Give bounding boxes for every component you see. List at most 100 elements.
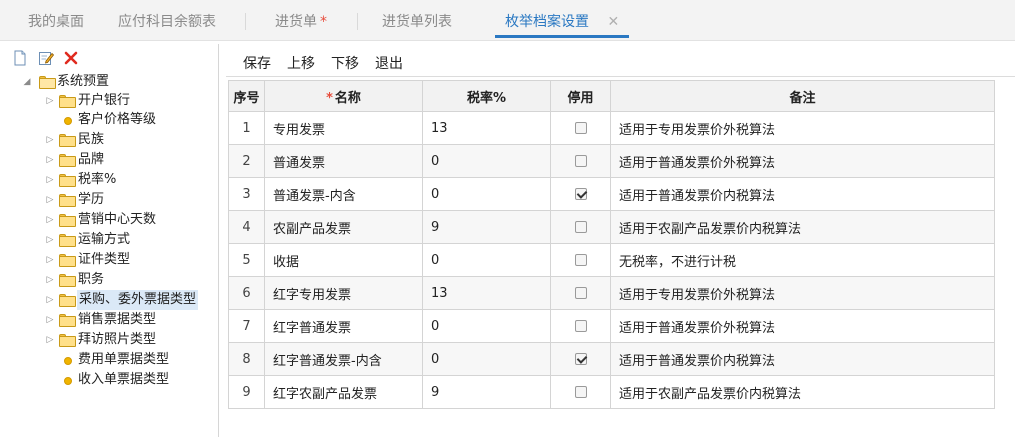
delete-icon[interactable]	[63, 50, 79, 66]
cell-remark[interactable]: 适用于普通发票价内税算法	[610, 177, 995, 211]
tree-node[interactable]: 客户价格等级	[0, 110, 218, 130]
cell-disabled[interactable]	[550, 177, 611, 211]
collapse-icon[interactable]: ▷	[45, 130, 55, 150]
move-down-button[interactable]: 下移	[331, 53, 359, 73]
cell-tax-rate[interactable]: 0	[422, 177, 551, 211]
cell-disabled[interactable]	[550, 375, 611, 409]
cell-tax-rate[interactable]: 13	[422, 111, 551, 145]
cell-disabled[interactable]	[550, 276, 611, 310]
table-row[interactable]: 6 红字专用发票 13 适用于专用发票价外税算法	[228, 276, 995, 310]
tree-node[interactable]: ▷ 拜访照片类型	[0, 330, 218, 350]
cell-remark[interactable]: 适用于普通发票价内税算法	[610, 342, 995, 376]
table-row[interactable]: 2 普通发票 0 适用于普通发票价外税算法	[228, 144, 995, 178]
cell-name[interactable]: 收据	[264, 243, 423, 277]
expand-icon[interactable]: ◢	[22, 72, 32, 92]
cell-remark[interactable]: 适用于普通发票价外税算法	[610, 144, 995, 178]
cell-name[interactable]: 普通发票-内含	[264, 177, 423, 211]
tree-node-selected[interactable]: ▷ 采购、委外票据类型	[0, 290, 218, 310]
collapse-icon[interactable]: ▷	[45, 330, 55, 350]
tree-node[interactable]: ▷ 学历	[0, 190, 218, 210]
cell-name[interactable]: 农副产品发票	[264, 210, 423, 244]
cell-remark[interactable]: 适用于普通发票价外税算法	[610, 309, 995, 343]
collapse-icon[interactable]: ▷	[45, 170, 55, 190]
table-row[interactable]: 5 收据 0 无税率，不进行计税	[228, 243, 995, 277]
column-header-index[interactable]: 序号	[228, 80, 265, 112]
save-button[interactable]: 保存	[243, 53, 271, 73]
collapse-icon[interactable]: ▷	[45, 190, 55, 210]
column-header-remark[interactable]: 备注	[610, 80, 995, 112]
disabled-checkbox[interactable]	[574, 320, 587, 332]
disabled-checkbox[interactable]	[574, 122, 587, 134]
cell-remark[interactable]: 适用于农副产品发票价内税算法	[610, 210, 995, 244]
collapse-icon[interactable]: ▷	[45, 270, 55, 290]
cell-remark[interactable]: 无税率，不进行计税	[610, 243, 995, 277]
cell-tax-rate[interactable]: 9	[422, 210, 551, 244]
cell-remark[interactable]: 适用于农副产品发票价内税算法	[610, 375, 995, 409]
disabled-checkbox[interactable]	[574, 353, 587, 365]
disabled-checkbox[interactable]	[574, 254, 587, 266]
tree-node[interactable]: 收入单票据类型	[0, 370, 218, 390]
column-header-tax-rate[interactable]: 税率%	[422, 80, 551, 112]
cell-name[interactable]: 红字专用发票	[264, 276, 423, 310]
tree-node[interactable]: ▷ 证件类型	[0, 250, 218, 270]
cell-remark[interactable]: 适用于专用发票价外税算法	[610, 276, 995, 310]
collapse-icon[interactable]: ▷	[45, 250, 55, 270]
cell-name[interactable]: 红字普通发票-内含	[264, 342, 423, 376]
disabled-checkbox[interactable]	[574, 155, 587, 167]
tree-node[interactable]: ▷ 民族	[0, 130, 218, 150]
cell-tax-rate[interactable]: 0	[422, 309, 551, 343]
tree-node-root[interactable]: ◢ 系统预置	[0, 72, 218, 92]
cell-disabled[interactable]	[550, 210, 611, 244]
cell-disabled[interactable]	[550, 309, 611, 343]
column-header-disabled[interactable]: 停用	[550, 80, 611, 112]
collapse-icon[interactable]: ▷	[45, 210, 55, 230]
move-up-button[interactable]: 上移	[287, 53, 315, 73]
table-row[interactable]: 9 红字农副产品发票 9 适用于农副产品发票价内税算法	[228, 375, 995, 409]
tab-payable-balance[interactable]: 应付科目余额表	[118, 0, 216, 41]
tree-node[interactable]: ▷ 销售票据类型	[0, 310, 218, 330]
cell-name[interactable]: 普通发票	[264, 144, 423, 178]
collapse-icon[interactable]: ▷	[45, 91, 55, 111]
cell-name[interactable]: 专用发票	[264, 111, 423, 145]
tab-purchase-order[interactable]: 进货单 *	[275, 0, 327, 41]
edit-icon[interactable]	[38, 50, 54, 66]
tree-node[interactable]: ▷ 营销中心天数	[0, 210, 218, 230]
tree-node[interactable]: ▷ 运输方式	[0, 230, 218, 250]
cell-tax-rate[interactable]: 0	[422, 342, 551, 376]
cell-tax-rate[interactable]: 0	[422, 144, 551, 178]
tab-my-desktop[interactable]: 我的桌面	[28, 0, 84, 41]
cell-disabled[interactable]	[550, 144, 611, 178]
table-row[interactable]: 4 农副产品发票 9 适用于农副产品发票价内税算法	[228, 210, 995, 244]
collapse-icon[interactable]: ▷	[45, 230, 55, 250]
cell-tax-rate[interactable]: 0	[422, 243, 551, 277]
cell-disabled[interactable]	[550, 342, 611, 376]
table-row[interactable]: 7 红字普通发票 0 适用于普通发票价外税算法	[228, 309, 995, 343]
disabled-checkbox[interactable]	[574, 221, 587, 233]
cell-disabled[interactable]	[550, 243, 611, 277]
tab-enum-settings[interactable]: 枚举档案设置 ✕	[495, 0, 630, 41]
collapse-icon[interactable]: ▷	[45, 310, 55, 330]
cell-name[interactable]: 红字农副产品发票	[264, 375, 423, 409]
tree-node[interactable]: ▷ 开户银行	[0, 91, 218, 111]
cell-name[interactable]: 红字普通发票	[264, 309, 423, 343]
tab-purchase-order-list[interactable]: 进货单列表	[382, 0, 452, 41]
disabled-checkbox[interactable]	[574, 188, 587, 200]
close-icon[interactable]: ✕	[607, 14, 619, 30]
exit-button[interactable]: 退出	[375, 53, 403, 73]
table-row[interactable]: 8 红字普通发票-内含 0 适用于普通发票价内税算法	[228, 342, 995, 376]
column-header-name[interactable]: * 名称	[264, 80, 423, 112]
new-document-icon[interactable]	[12, 50, 28, 66]
tree-node[interactable]: ▷ 税率%	[0, 170, 218, 190]
collapse-icon[interactable]: ▷	[45, 290, 55, 310]
tree-node[interactable]: ▷ 职务	[0, 270, 218, 290]
disabled-checkbox[interactable]	[574, 287, 587, 299]
tree-node[interactable]: ▷ 品牌	[0, 150, 218, 170]
collapse-icon[interactable]: ▷	[45, 150, 55, 170]
cell-tax-rate[interactable]: 13	[422, 276, 551, 310]
cell-tax-rate[interactable]: 9	[422, 375, 551, 409]
cell-remark[interactable]: 适用于专用发票价外税算法	[610, 111, 995, 145]
cell-disabled[interactable]	[550, 111, 611, 145]
table-row[interactable]: 1 专用发票 13 适用于专用发票价外税算法	[228, 111, 995, 145]
tree-node[interactable]: 费用单票据类型	[0, 350, 218, 370]
disabled-checkbox[interactable]	[574, 386, 587, 398]
